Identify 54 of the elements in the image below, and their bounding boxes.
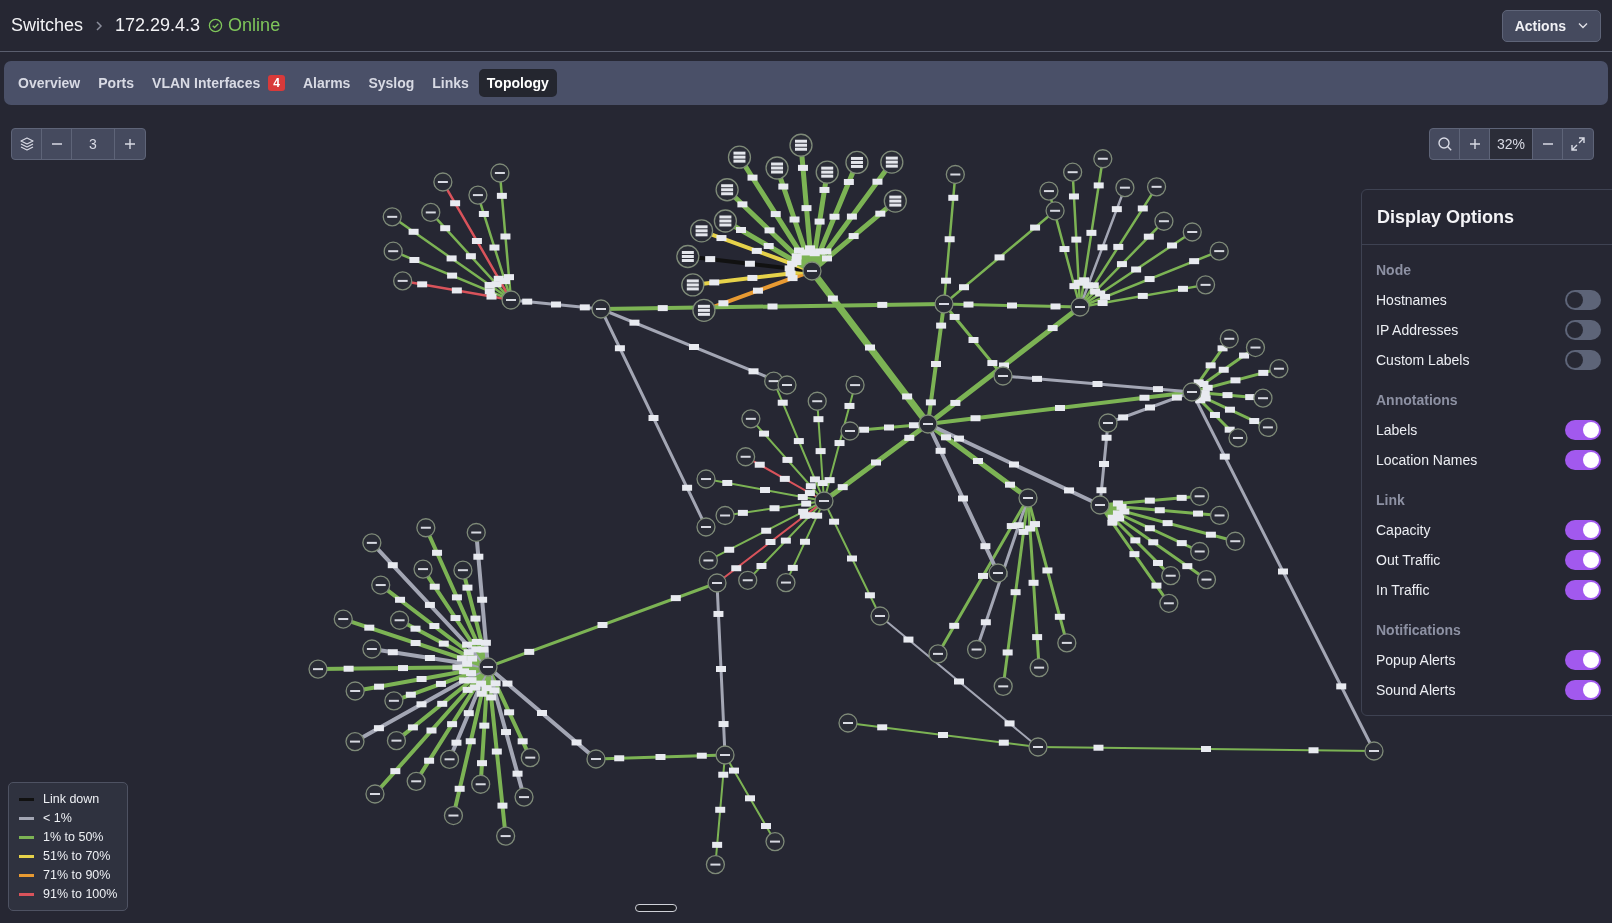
option-label: Custom Labels (1376, 352, 1470, 368)
section-heading: Annotations (1376, 391, 1459, 410)
layers-icon (18, 136, 35, 152)
zoom-level: 32% (1490, 129, 1533, 159)
toggle-switch[interactable] (1565, 680, 1601, 700)
device-address: 172.29.4.3 (115, 15, 201, 36)
count-badge: 4 (268, 75, 285, 91)
tab[interactable]: VLAN Interfaces 4 (144, 69, 293, 97)
option-label: IP Addresses (1376, 322, 1459, 338)
legend-label: 51% to 70% (43, 849, 111, 863)
search-icon (1436, 136, 1453, 152)
option-label: Hostnames (1376, 292, 1447, 308)
chevron-icon (95, 19, 104, 32)
toggle-switch[interactable] (1565, 650, 1601, 670)
option-label: Capacity (1376, 522, 1431, 538)
legend-label: Link down (43, 792, 100, 806)
plus-icon (1467, 137, 1482, 151)
scroll-handle[interactable] (635, 904, 677, 912)
tab[interactable]: Links (424, 69, 477, 97)
section-heading: Notifications (1376, 621, 1462, 640)
tab[interactable]: Topology (478, 69, 557, 97)
option-label: Labels (1376, 422, 1418, 438)
expand-icon (1570, 136, 1586, 152)
toggle-switch[interactable] (1565, 450, 1601, 470)
legend-label: 71% to 90% (43, 868, 111, 882)
check-circle-icon (208, 18, 224, 33)
legend-label: 91% to 100% (43, 887, 118, 901)
section-heading: Link (1376, 491, 1406, 510)
toggle-switch[interactable] (1565, 320, 1601, 340)
option-label: Location Names (1376, 452, 1478, 468)
tab[interactable]: Alarms (294, 69, 359, 97)
tab[interactable]: Ports (90, 69, 143, 97)
chevron-down-icon (1578, 22, 1588, 29)
option-label: Out Traffic (1376, 552, 1441, 568)
actions-button[interactable]: Actions (1501, 9, 1601, 42)
section-heading: Node (1376, 261, 1412, 280)
toggle-switch[interactable] (1565, 290, 1601, 310)
option-label: Sound Alerts (1376, 682, 1456, 698)
toggle-switch[interactable] (1565, 520, 1601, 540)
tab[interactable]: Syslog (360, 69, 423, 97)
tab[interactable]: Overview (10, 69, 89, 97)
toggle-switch[interactable] (1565, 350, 1601, 370)
plus-icon (123, 137, 137, 151)
option-label: Popup Alerts (1376, 652, 1456, 668)
depth-value: 3 (72, 129, 115, 159)
toggle-switch[interactable] (1565, 550, 1601, 570)
panel-title: Display Options (1362, 190, 1612, 245)
toggle-switch[interactable] (1565, 420, 1601, 440)
status-text: Online (228, 15, 281, 36)
breadcrumb-link[interactable]: Switches (11, 15, 84, 36)
toggle-switch[interactable] (1565, 580, 1601, 600)
legend-label: < 1% (43, 811, 72, 825)
legend-label: 1% to 50% (43, 830, 104, 844)
option-label: In Traffic (1376, 582, 1430, 598)
